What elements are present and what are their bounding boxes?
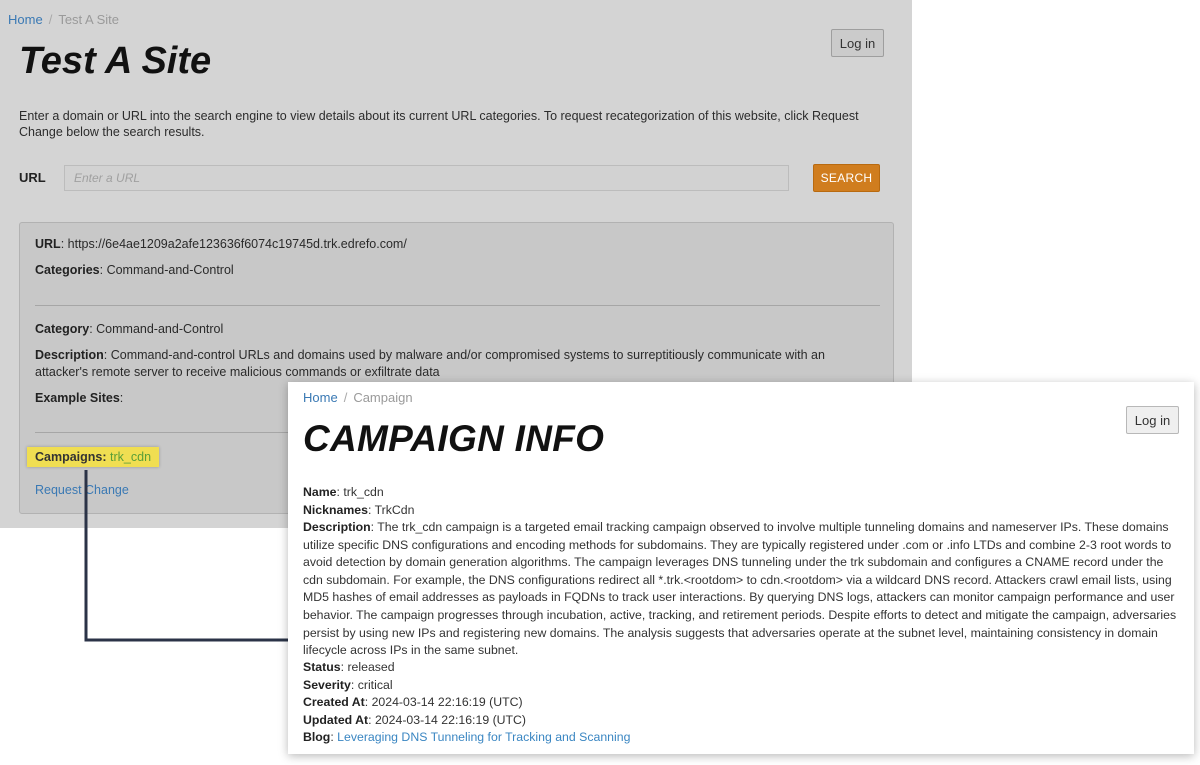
nicknames-line: Nicknames: TrkCdn	[303, 502, 415, 517]
page-title: Test A Site	[19, 40, 212, 82]
description-line: Description: The trk_cdn campaign is a t…	[303, 520, 1177, 658]
login-button[interactable]: Log in	[831, 29, 884, 57]
name-label: Name	[303, 485, 337, 499]
url-input[interactable]	[64, 165, 789, 191]
result-example-sites-label: Example Sites	[35, 391, 120, 405]
updated-at-label: Updated At	[303, 712, 369, 727]
breadcrumb: Home / Campaign	[303, 390, 413, 405]
breadcrumb-current: Test A Site	[58, 12, 120, 27]
breadcrumb-home-link[interactable]: Home	[303, 390, 338, 405]
nicknames-label: Nicknames	[303, 502, 368, 517]
result-description-value: Command-and-control URLs and domains use…	[35, 348, 825, 379]
updated-at-line: Updated At: 2024-03-14 22:16:19 (UTC)	[303, 712, 527, 727]
login-button[interactable]: Log in	[1126, 406, 1179, 434]
breadcrumb-separator: /	[343, 390, 348, 405]
updated-at-value: 2024-03-14 22:16:19 (UTC)	[374, 712, 527, 727]
result-categories-line: Categories: Command-and-Control	[35, 263, 234, 277]
page-title: CAMPAIGN INFO	[303, 418, 605, 459]
blog-link[interactable]: Leveraging DNS Tunneling for Tracking an…	[337, 730, 630, 744]
description-label: Description	[303, 520, 371, 534]
result-description-label: Description	[35, 348, 104, 362]
result-description-line: Description: Command-and-control URLs an…	[35, 348, 825, 379]
breadcrumb-current: Campaign	[353, 390, 413, 405]
blog-label: Blog	[303, 730, 331, 745]
campaigns-highlight: Campaigns: trk_cdn	[27, 447, 160, 467]
divider	[35, 305, 880, 306]
campaign-link[interactable]: trk_cdn	[110, 450, 151, 464]
severity-label: Severity	[303, 677, 351, 692]
name-line: Name: trk_cdn	[303, 485, 384, 499]
result-category-value: Command-and-Control	[96, 322, 224, 336]
result-category-line: Category: Command-and-Control	[35, 322, 224, 336]
severity-value: critical	[357, 677, 393, 692]
result-categories-value: Command-and-Control	[106, 263, 234, 277]
intro-text: Enter a domain or URL into the search en…	[19, 109, 859, 139]
search-button[interactable]: SEARCH	[813, 164, 880, 192]
result-categories-label: Categories	[35, 263, 100, 277]
campaign-info-window: Home / Campaign Log in CAMPAIGN INFO Name:…	[288, 382, 1194, 754]
severity-line: Severity: critical	[303, 677, 393, 692]
request-change-link[interactable]: Request Change	[35, 483, 129, 497]
result-url-value: https://6e4ae1209a2afe123636f6074c19745d…	[67, 237, 407, 251]
breadcrumb-home-link[interactable]: Home	[8, 12, 43, 27]
created-at-label: Created At	[303, 695, 365, 710]
nicknames-value: TrkCdn	[374, 502, 415, 517]
breadcrumb-separator: /	[48, 12, 53, 27]
result-url-line: URL: https://6e4ae1209a2afe123636f6074c1…	[35, 237, 407, 251]
breadcrumb: Home / Test A Site	[8, 12, 119, 27]
url-label: URL	[19, 170, 46, 185]
name-value: trk_cdn	[343, 485, 384, 499]
status-label: Status	[303, 660, 341, 674]
created-at-value: 2024-03-14 22:16:19 (UTC)	[371, 695, 523, 710]
status-value: released	[347, 660, 395, 674]
result-category-label: Category	[35, 322, 90, 336]
blog-line: Blog: Leveraging DNS Tunneling for Track…	[303, 730, 631, 745]
campaigns-label: Campaigns	[35, 450, 103, 464]
status-line: Status: released	[303, 660, 395, 674]
result-example-sites-line: Example Sites:	[35, 391, 124, 405]
created-at-line: Created At: 2024-03-14 22:16:19 (UTC)	[303, 695, 523, 710]
description-value: The trk_cdn campaign is a targeted email…	[303, 520, 1177, 658]
result-url-label: URL	[35, 237, 61, 251]
